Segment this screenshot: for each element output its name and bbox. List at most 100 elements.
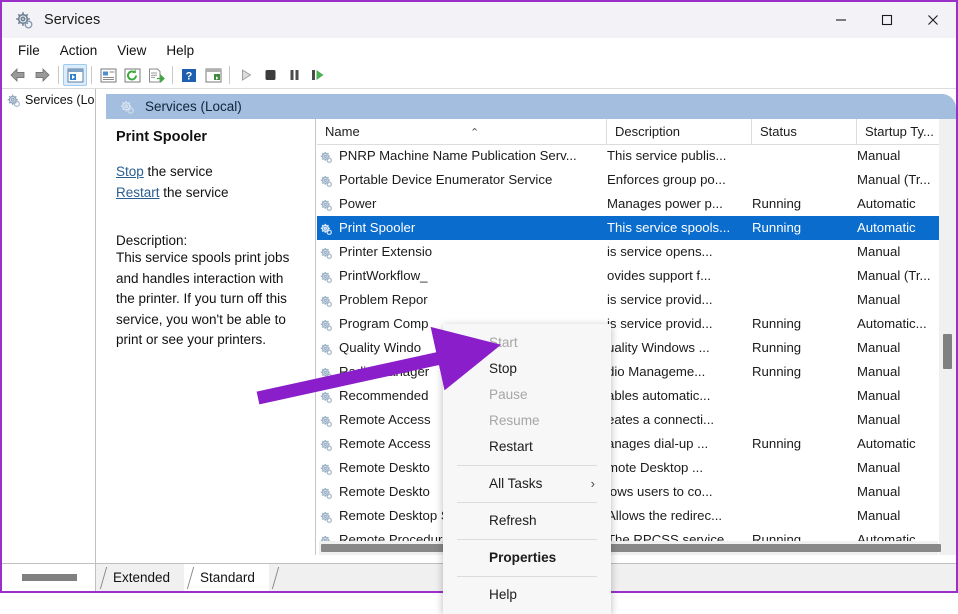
back-icon[interactable] xyxy=(6,64,30,86)
restart-service-link[interactable]: Restart xyxy=(116,185,160,200)
toolbar-separator xyxy=(172,66,173,84)
cell-status: Running xyxy=(752,364,802,379)
menu-item-label: Pause xyxy=(489,387,528,402)
properties-icon[interactable] xyxy=(96,64,120,86)
stop-service-link[interactable]: Stop xyxy=(116,164,144,179)
table-row[interactable]: PNRP Machine Name Publication Serv... Thi… xyxy=(317,144,956,168)
show-action-pane-icon[interactable] xyxy=(201,64,225,86)
description-text: This service spools print jobs and handl… xyxy=(116,250,290,347)
cell-status: Running xyxy=(752,316,802,331)
services-gear-icon xyxy=(6,93,21,108)
cell-name: Printer Extensio xyxy=(339,244,433,259)
menu-item-resume: Resume xyxy=(443,408,611,434)
table-row[interactable]: Remote Desktop Services UserMode P...All… xyxy=(317,504,956,528)
cell-description: mote Desktop ... xyxy=(607,460,704,475)
horizontal-scrollbar-thumb[interactable] xyxy=(321,544,941,552)
restart-service-icon[interactable] xyxy=(306,64,330,86)
list-rows: PNRP Machine Name Publication Serv... Thi… xyxy=(317,144,956,555)
view-tabs: Extended Standard xyxy=(97,564,299,591)
column-header-status[interactable]: Status xyxy=(752,119,857,144)
maximize-icon[interactable] xyxy=(864,2,910,38)
table-row[interactable]: Problem Repor is service provid... Manual xyxy=(317,288,956,312)
horizontal-scrollbar[interactable] xyxy=(319,541,941,555)
menu-bar: File Action View Help xyxy=(2,38,956,63)
cell-name: Portable Device Enumerator Service xyxy=(339,172,553,187)
menu-item-label: Properties xyxy=(489,550,557,565)
table-row[interactable]: Portable Device Enumerator Service Enforc… xyxy=(317,168,956,192)
stop-service-icon[interactable] xyxy=(258,64,282,86)
cell-description: anages dial-up ... xyxy=(607,436,709,451)
menu-file[interactable]: File xyxy=(8,41,50,60)
cell-description: is service provid... xyxy=(607,292,713,307)
restart-service-link-row: Restart the service xyxy=(116,182,305,203)
menu-item-stop[interactable]: Stop xyxy=(443,356,611,382)
cell-description: Enforces group po... xyxy=(607,172,726,187)
tab-trailing-slash xyxy=(269,564,299,591)
column-header-label: Description xyxy=(615,124,681,139)
description-label: Description: xyxy=(116,233,188,248)
cell-description: uality Windows ... xyxy=(607,340,710,355)
menu-action[interactable]: Action xyxy=(50,41,108,60)
table-row[interactable]: Remote Access anages dial-up ... Running Au… xyxy=(317,432,956,456)
table-row[interactable]: Remote Deskto mote Desktop ... Manual xyxy=(317,456,956,480)
cell-description: dio Manageme... xyxy=(607,364,706,379)
tab-slash-icon xyxy=(269,564,283,591)
cell-status: Running xyxy=(752,340,802,355)
table-row[interactable]: Power Manages power p... Running Automatic xyxy=(317,192,956,216)
service-context-menu: Start Stop Pause Resume Restart All Tasks › Ref… xyxy=(443,324,611,614)
table-row[interactable]: Quality Windo uality Windows ... Running Ma… xyxy=(317,336,956,360)
forward-icon[interactable] xyxy=(30,64,54,86)
cell-status: Running xyxy=(752,196,802,211)
menu-help[interactable]: Help xyxy=(156,41,204,60)
tree-item-services-local[interactable]: Services (Lo xyxy=(2,89,95,111)
selected-service-name: Print Spooler xyxy=(116,129,208,145)
tab-extended-label: Extended xyxy=(113,570,171,585)
column-header-description[interactable]: Description xyxy=(607,119,752,144)
title-bar: Services xyxy=(2,2,956,38)
tab-standard[interactable]: Standard xyxy=(184,564,269,591)
services-gear-icon xyxy=(119,99,135,115)
stop-service-link-row: Stop the service xyxy=(116,161,305,182)
menu-item-refresh[interactable]: Refresh xyxy=(443,508,611,534)
vertical-scrollbar-thumb[interactable] xyxy=(943,334,952,369)
column-header-name[interactable]: Name ⌃ xyxy=(317,119,607,144)
toolbar-separator xyxy=(58,66,59,84)
menu-item-all-tasks[interactable]: All Tasks › xyxy=(443,471,611,497)
menu-view[interactable]: View xyxy=(107,41,156,60)
table-row[interactable]: Remote Access eates a connecti... Manual xyxy=(317,408,956,432)
menu-item-help[interactable]: Help xyxy=(443,582,611,608)
table-row[interactable]: Recommended ables automatic... Manual xyxy=(317,384,956,408)
menu-item-restart[interactable]: Restart xyxy=(443,434,611,460)
menu-separator xyxy=(457,465,597,466)
cell-description: Manages power p... xyxy=(607,196,723,211)
show-hide-console-tree-icon[interactable] xyxy=(63,64,87,86)
menu-item-label: All Tasks xyxy=(489,476,543,491)
table-row[interactable]: Printer Extensio is service opens... Manua… xyxy=(317,240,956,264)
close-icon[interactable] xyxy=(910,2,956,38)
menu-item-label: Resume xyxy=(489,413,540,428)
cell-name: Print Spooler xyxy=(339,220,416,235)
menu-item-start: Start xyxy=(443,330,611,356)
pause-service-icon[interactable] xyxy=(282,64,306,86)
cell-description: ables automatic... xyxy=(607,388,711,403)
start-service-icon[interactable] xyxy=(234,64,258,86)
minimize-icon[interactable] xyxy=(818,2,864,38)
table-row[interactable]: Print Spooler This service spools... Runni… xyxy=(317,216,956,240)
table-row[interactable]: Radio Manager dio Manageme... Running Manua… xyxy=(317,360,956,384)
table-row[interactable]: Remote Deskto lows users to co... Manual xyxy=(317,480,956,504)
menu-separator xyxy=(457,502,597,503)
tab-slash-icon xyxy=(184,564,198,591)
refresh-icon[interactable] xyxy=(120,64,144,86)
column-header-label: Name xyxy=(325,124,360,139)
menu-item-label: Help xyxy=(489,587,517,602)
services-local-header: Services (Local) xyxy=(106,94,956,119)
export-list-icon[interactable] xyxy=(144,64,168,86)
table-row[interactable]: PrintWorkflow_ ovides support f... Manual … xyxy=(317,264,956,288)
menu-item-properties[interactable]: Properties xyxy=(443,545,611,571)
table-row[interactable]: Program Comp is service provid... Running A… xyxy=(317,312,956,336)
help-icon[interactable]: ? xyxy=(177,64,201,86)
tree-item-label: Services (Lo xyxy=(25,93,95,107)
vertical-scrollbar[interactable] xyxy=(939,119,956,555)
cell-description: This service spools... xyxy=(607,220,731,235)
tab-extended[interactable]: Extended xyxy=(97,564,184,591)
